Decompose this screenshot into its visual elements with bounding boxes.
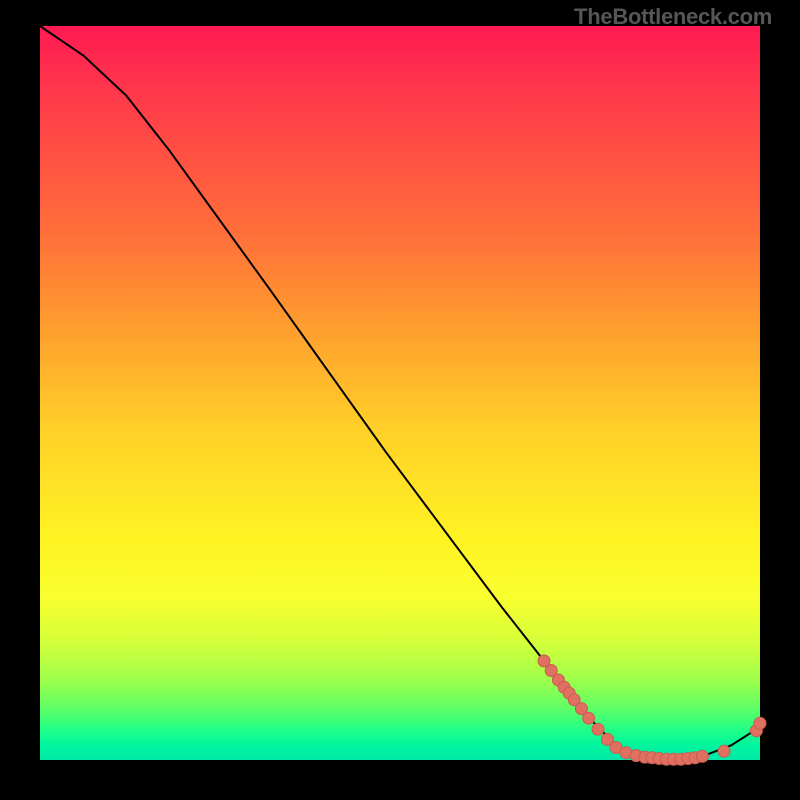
watermark-text: TheBottleneck.com bbox=[574, 4, 772, 30]
chart-frame: TheBottleneck.com bbox=[0, 0, 800, 800]
plot-area bbox=[40, 26, 760, 760]
